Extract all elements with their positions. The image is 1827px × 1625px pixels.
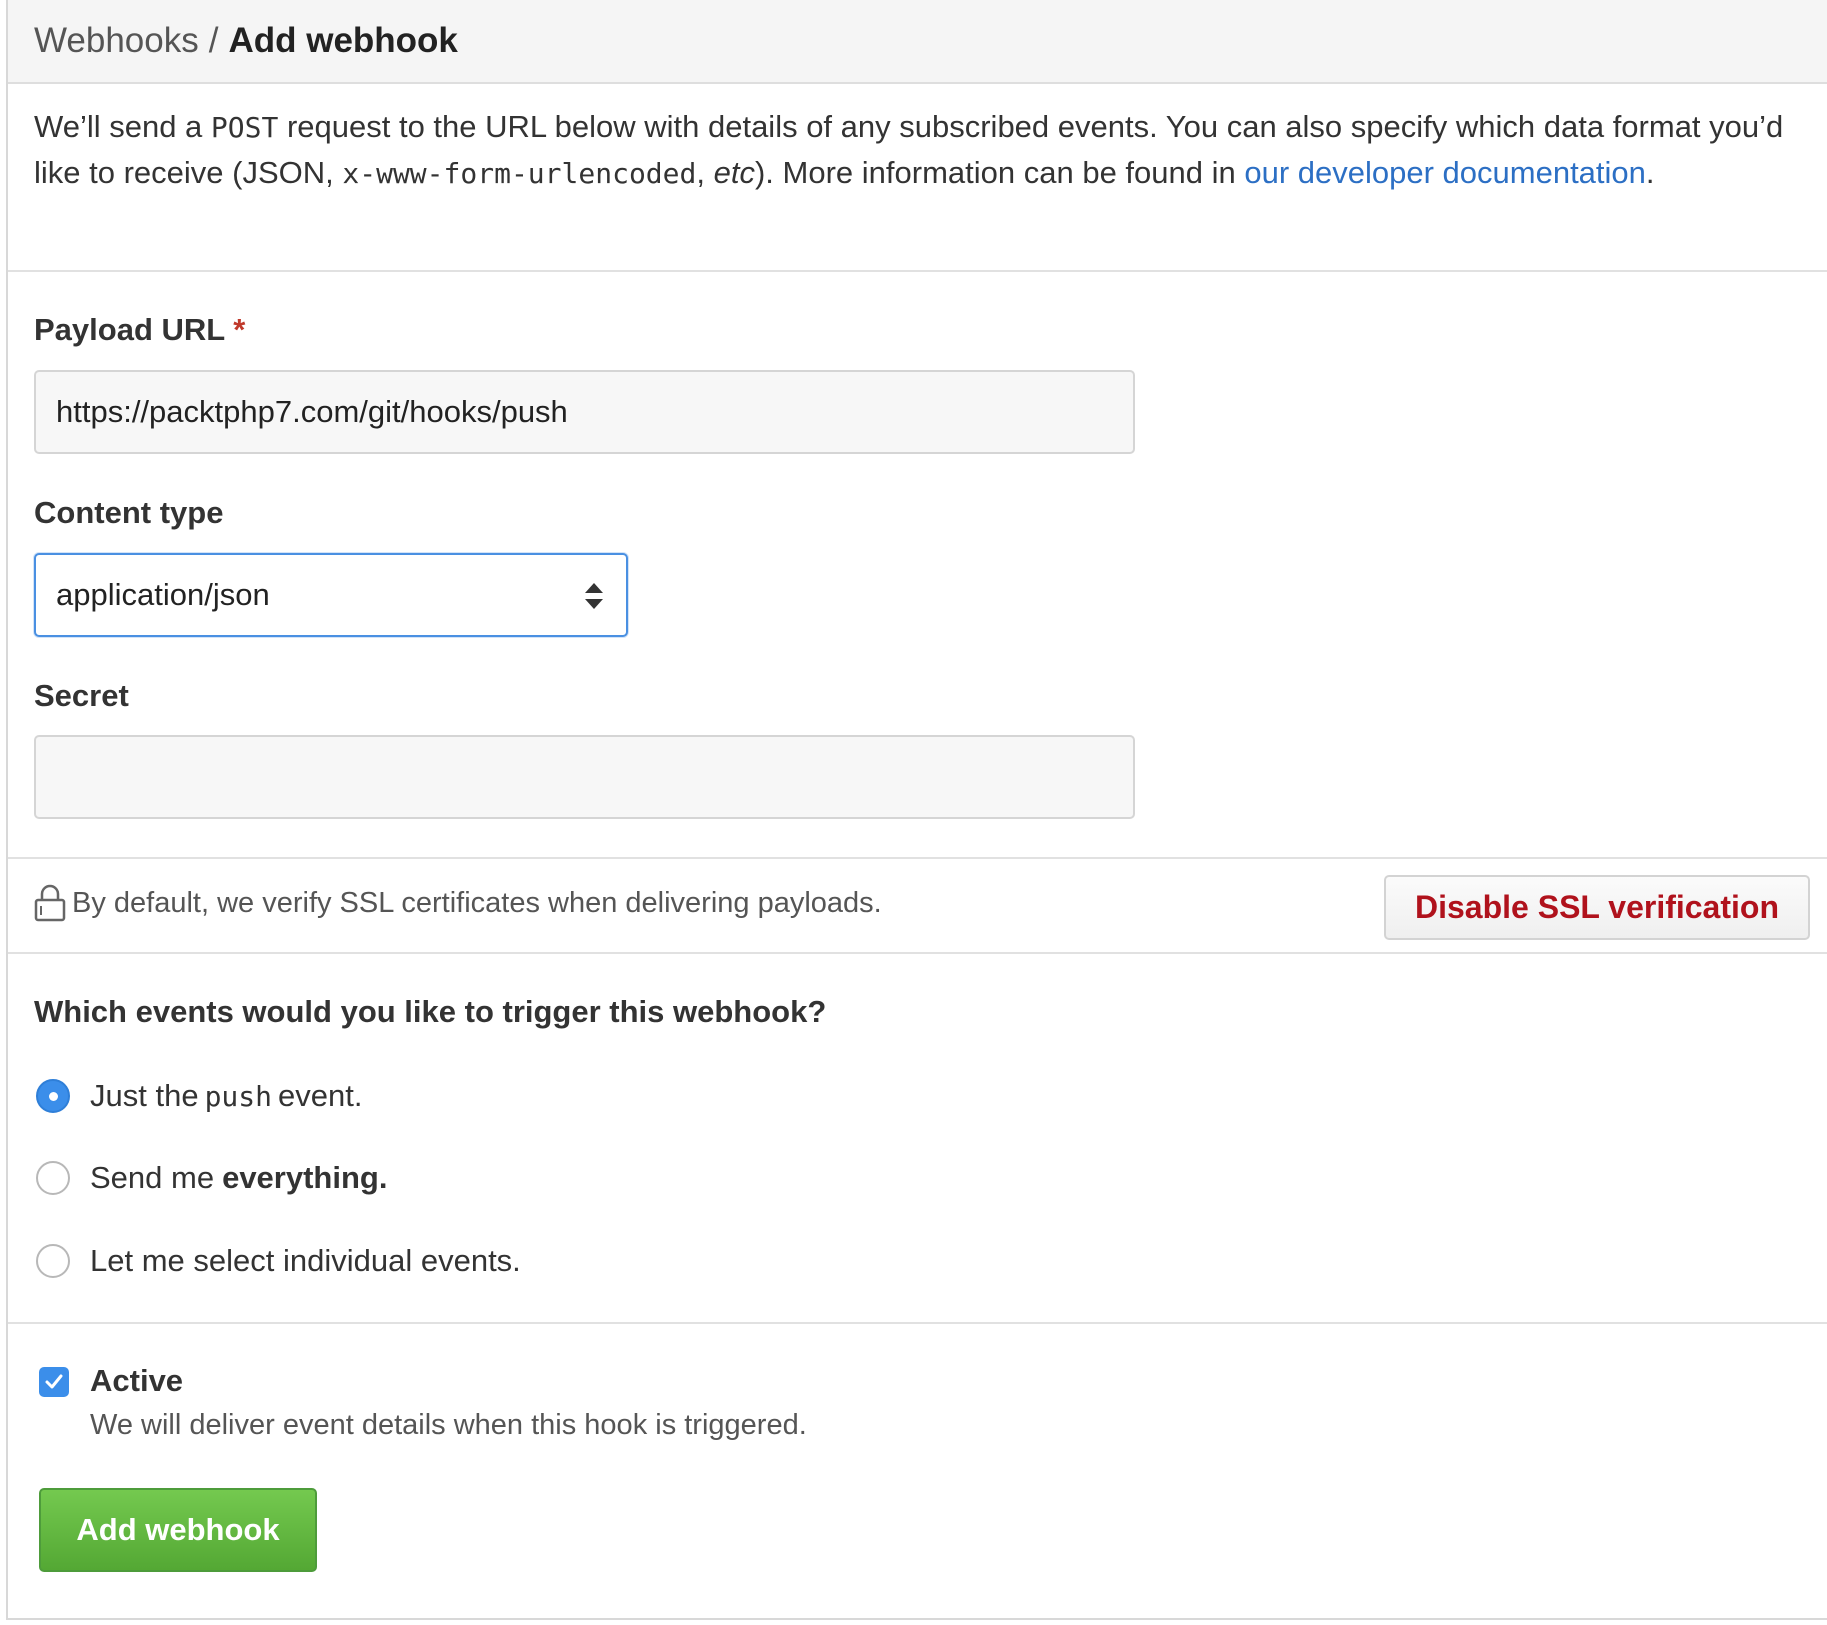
ssl-note: By default, we verify SSL certificates w… [34,884,882,922]
payload-url-label-text: Payload URL [34,312,225,347]
active-help-text: We will deliver event details when this … [90,1409,807,1442]
select-arrows-icon [584,581,604,611]
radio-push-text-after: event. [278,1078,362,1114]
active-label: Active [90,1363,183,1399]
events-question: Which events would you like to trigger t… [34,994,826,1030]
radio-option-push[interactable]: Just the push event. [36,1078,362,1114]
breadcrumb-webhooks-link[interactable]: Webhooks [34,21,199,61]
ssl-note-text: By default, we verify SSL certificates w… [72,887,882,920]
radio-everything-bold: everything. [222,1160,387,1196]
secret-label: Secret [34,678,129,714]
radio-individual-text: Let me select individual events. [90,1243,521,1279]
radio-push-text-before: Just the [90,1078,199,1114]
content-type-label: Content type [34,495,223,531]
radio-option-individual[interactable]: Let me select individual events. [36,1243,521,1279]
divider [8,1322,1827,1324]
required-marker: * [233,312,245,347]
developer-documentation-link[interactable]: our developer documentation [1244,155,1646,190]
radio-push-code: push [205,1080,272,1113]
secret-input[interactable] [34,735,1135,819]
divider [8,952,1827,954]
intro-text-1: We’ll send a [34,109,211,144]
breadcrumb-separator: / [209,21,219,61]
intro-etc: etc [714,155,755,190]
content-type-value: application/json [56,577,270,613]
radio-option-everything[interactable]: Send me everything. [36,1160,387,1196]
radio-everything[interactable] [36,1161,70,1195]
active-checkbox[interactable] [39,1367,69,1397]
check-icon [43,1371,65,1393]
radio-individual[interactable] [36,1244,70,1278]
intro-text-5: . [1646,155,1655,190]
payload-url-label: Payload URL* [34,312,245,348]
webhook-form-panel: Webhooks / Add webhook We’ll send a POST… [6,0,1827,1620]
intro-method: POST [211,111,278,144]
intro-text-3: , [696,155,713,190]
disable-ssl-verification-button[interactable]: Disable SSL verification [1384,875,1810,940]
add-webhook-button[interactable]: Add webhook [39,1488,317,1572]
divider [8,857,1827,859]
content-type-select[interactable]: application/json [34,553,628,637]
intro-text-4: ). More information can be found in [755,155,1244,190]
radio-push-selected[interactable] [36,1079,70,1113]
breadcrumb: Webhooks / Add webhook [8,0,1827,84]
divider [8,270,1827,272]
page-title: Add webhook [228,21,457,61]
radio-everything-text: Send me [90,1160,214,1196]
payload-url-input[interactable] [34,370,1135,454]
intro-text: We’ll send a POST request to the URL bel… [34,104,1794,196]
lock-icon [34,884,66,922]
intro-format: x-www-form-urlencoded [342,157,696,190]
